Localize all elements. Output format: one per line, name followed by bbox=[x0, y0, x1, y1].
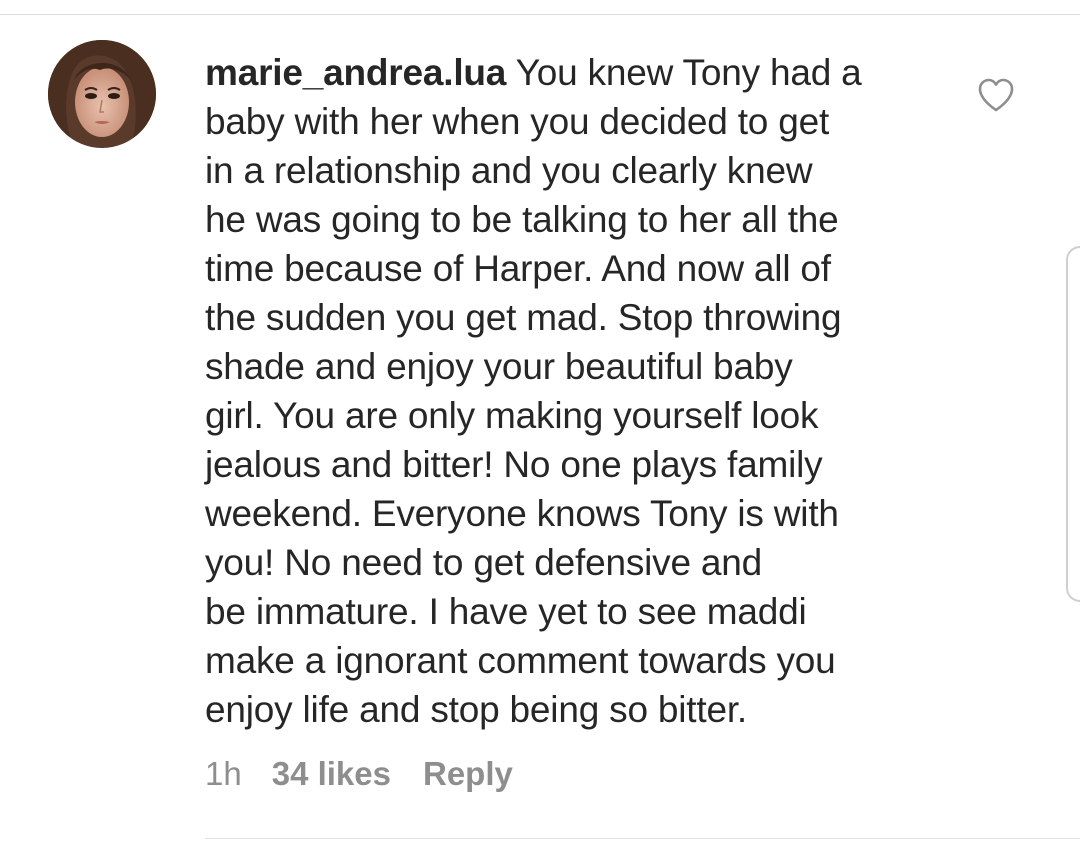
comment-body: You knew Tony had a baby with her when y… bbox=[205, 52, 862, 730]
likes-count-link[interactable]: 34 likes bbox=[272, 755, 391, 793]
avatar[interactable] bbox=[48, 40, 156, 148]
top-divider bbox=[0, 0, 1080, 15]
avatar-image bbox=[48, 40, 156, 148]
comment-meta: 1h 34 likes Reply bbox=[205, 752, 513, 796]
bottom-divider bbox=[205, 838, 1080, 839]
comment-username[interactable]: marie_andrea.lua bbox=[205, 52, 506, 93]
heart-outline-icon[interactable] bbox=[976, 76, 1016, 116]
comment-timestamp: 1h bbox=[205, 755, 242, 792]
reply-button[interactable]: Reply bbox=[423, 755, 513, 793]
comment-text: marie_andrea.lua You knew Tony had a bab… bbox=[205, 48, 940, 734]
scrollbar-handle[interactable] bbox=[1066, 246, 1080, 602]
